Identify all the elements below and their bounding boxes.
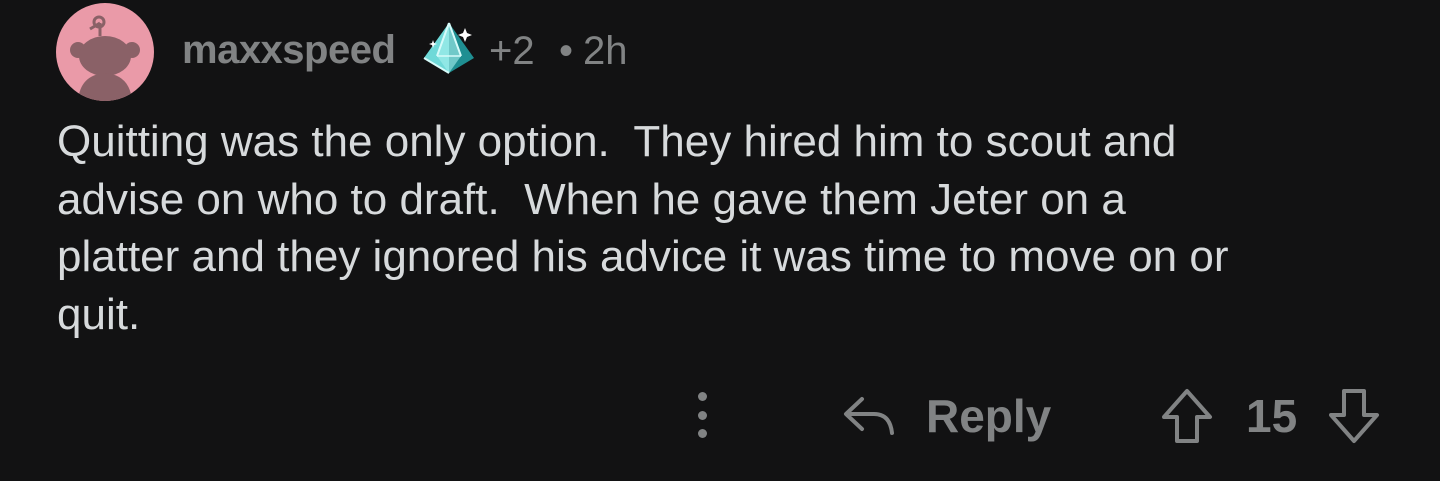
award-count[interactable]: +2 [489,28,535,74]
timestamp: 2h [583,29,628,73]
more-options-button[interactable] [688,390,716,440]
downvote-arrow-icon[interactable] [1327,387,1381,445]
vote-bar: 15 [1160,385,1381,447]
vertical-ellipsis-icon [697,410,707,420]
reply-button[interactable]: Reply [842,386,1051,446]
vertical-ellipsis-icon [697,392,707,401]
avatar[interactable] [56,3,154,101]
reply-arrow-icon [844,397,894,435]
username[interactable]: maxxspeed [182,27,396,73]
upvote-arrow-icon[interactable] [1160,387,1214,445]
crystal-pyramid-award-icon[interactable] [419,20,479,76]
reply-label: Reply [926,390,1052,442]
snoo-avatar-icon [70,15,140,101]
comment-body: Quitting was the only option. They hired… [57,117,1229,339]
comment: maxxspeed +2 • 2h Quitting was the only … [0,0,1440,481]
meta-separator: • [559,29,574,73]
vertical-ellipsis-icon [697,429,707,438]
vote-score: 15 [1246,390,1298,442]
